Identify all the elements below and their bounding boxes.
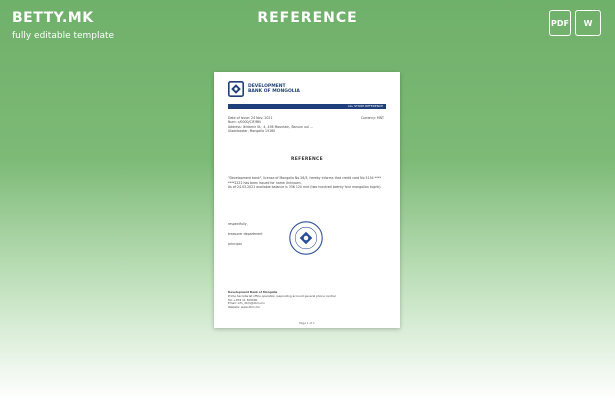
currency-label: Currency: MNT <box>360 116 384 120</box>
bank-header: DEVELOPMENT BANK OF MONGOLIA <box>228 81 300 97</box>
page-number: Page 1 of 1 <box>299 321 315 325</box>
footer-line: Website: www.dbm.mn <box>228 305 261 310</box>
sign-line: treasurer department <box>228 232 263 236</box>
pdf-icon[interactable]: PDF <box>549 10 571 36</box>
document-title: REFERENCE <box>290 157 324 162</box>
document-footer: Development Bank of Mongolia Prime Secre… <box>228 290 336 310</box>
page-title: REFERENCE <box>257 10 358 26</box>
body-paragraph: "Development bank", license of Mongolia … <box>228 176 382 185</box>
bank-seal-icon <box>289 221 323 255</box>
body-paragraph: As of 24.03.2021 available balance is 33… <box>228 185 382 190</box>
bank-name-line2: BANK OF MONGOLIA <box>248 89 300 94</box>
document-body: "Development bank", license of Mongolia … <box>228 176 386 190</box>
document-meta: Date of Issue: 24 Nov, 2021 Num: c/0000/… <box>228 116 313 133</box>
word-icon[interactable]: W <box>575 10 601 36</box>
brand-tagline: fully editable template <box>12 31 115 41</box>
document-preview[interactable]: DEVELOPMENT BANK OF MONGOLIA ALL STORE R… <box>214 72 400 328</box>
sign-line: principal <box>228 242 242 246</box>
bank-logo-icon <box>228 81 244 97</box>
header-bar: ALL STORE REFERENCE <box>228 104 386 109</box>
signature-block: respectfully, treasurer department princ… <box>228 219 262 249</box>
sign-line: respectfully, <box>228 222 248 226</box>
meta-line: Ulaanbaatar, Mongolia 15160 <box>228 128 276 133</box>
